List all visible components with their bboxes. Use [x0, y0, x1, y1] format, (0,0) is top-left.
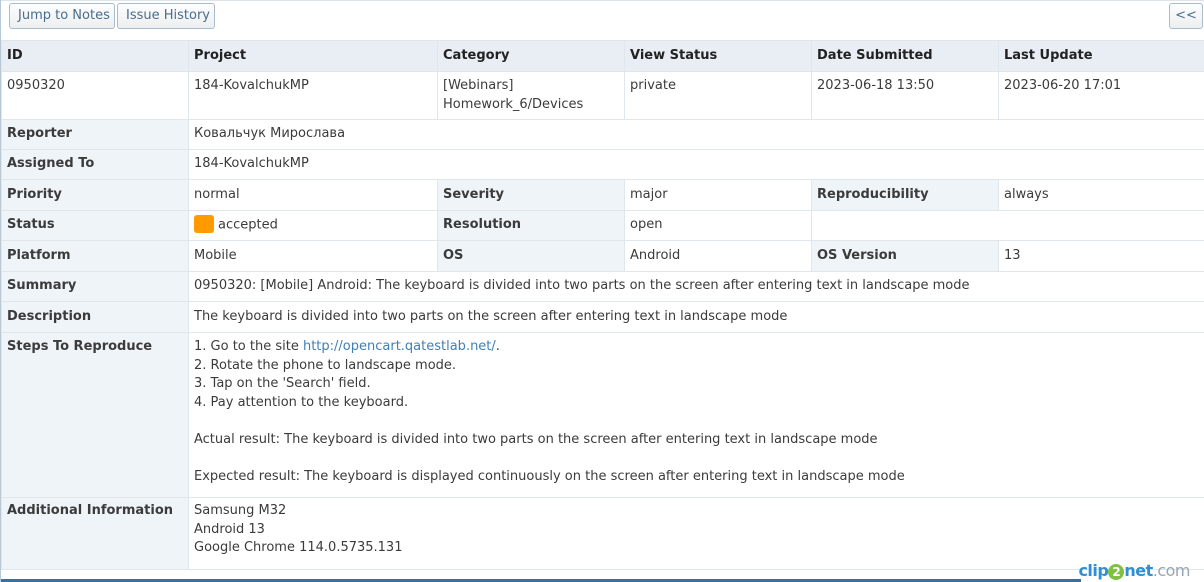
watermark-clip: clip [1078, 561, 1109, 580]
additional-info-row: Additional Information Samsung M32 Andro… [1, 497, 1204, 570]
jump-to-notes-button[interactable]: Jump to Notes [9, 3, 115, 29]
status-cell: accepted [188, 210, 438, 241]
info-line-2: Android 13 [194, 521, 265, 537]
issue-details-table: ID Project Category View Status Date Sub… [1, 40, 1204, 570]
steps-row: Steps To Reproduce 1. Go to the site htt… [1, 332, 1204, 498]
issue-date-submitted: 2023-06-18 13:50 [811, 71, 999, 120]
status-color-swatch [194, 215, 214, 233]
platform-value: Mobile [188, 240, 438, 272]
summary-label: Summary [1, 271, 189, 302]
info-line-3: Google Chrome 114.0.5735.131 [194, 540, 403, 555]
step-3: 3. Tap on the 'Search' field. [194, 376, 371, 391]
os-label: OS [437, 240, 625, 272]
resolution-label: Resolution [437, 210, 625, 241]
reproducibility-label: Reproducibility [811, 179, 999, 211]
reproducibility-value: always [998, 179, 1204, 211]
issue-view: Jump to Notes Issue History << ID Projec… [0, 0, 1204, 582]
os-version-value: 13 [998, 240, 1204, 272]
priority-label: Priority [1, 179, 189, 211]
issue-category: [Webinars] Homework_6/Devices [437, 71, 625, 120]
table-header-row: ID Project Category View Status Date Sub… [1, 40, 1204, 72]
os-value: Android [624, 240, 812, 272]
step-1-suffix: . [495, 339, 500, 354]
reporter-row: Reporter Ковальчук Мирослава [1, 119, 1204, 150]
step-2: 2. Rotate the phone to landscape mode. [194, 357, 457, 373]
empty-cell [811, 210, 1204, 241]
platform-label: Platform [1, 240, 189, 272]
header-date-submitted: Date Submitted [811, 40, 999, 72]
assigned-row: Assigned To 184-KovalchukMP [1, 149, 1204, 180]
toolbar: Jump to Notes Issue History << [1, 0, 1204, 40]
reporter-value: Ковальчук Мирослава [188, 119, 1204, 150]
issue-project: 184-KovalchukMP [188, 71, 438, 120]
issue-view-status: private [624, 71, 812, 120]
reporter-label: Reporter [1, 119, 189, 150]
step-1-text: 1. Go to the site [194, 339, 303, 354]
issue-history-button[interactable]: Issue History [117, 3, 215, 29]
severity-value: major [624, 179, 812, 211]
header-id: ID [1, 40, 189, 72]
steps-label: Steps To Reproduce [1, 332, 189, 498]
header-project: Project [188, 40, 438, 72]
site-link[interactable]: http://opencart.qatestlab.net/ [303, 339, 496, 354]
actual-result: Actual result: The keyboard is divided i… [194, 431, 878, 447]
platform-row: Platform Mobile OS Android OS Version 13 [1, 240, 1204, 272]
description-row: Description The keyboard is divided into… [1, 301, 1204, 333]
severity-label: Severity [437, 179, 625, 211]
status-label: Status [1, 210, 189, 241]
status-value: accepted [218, 217, 278, 233]
header-view-status: View Status [624, 40, 812, 72]
category-line-2: Homework_6/Devices [443, 96, 584, 112]
priority-row: Priority normal Severity major Reproduci… [1, 179, 1204, 211]
category-line-1: [Webinars] [443, 78, 514, 93]
summary-row: Summary 0950320: [Mobile] Android: The k… [1, 271, 1204, 302]
expected-result: Expected result: The keyboard is display… [194, 468, 905, 484]
collapse-button[interactable]: << [1169, 3, 1203, 29]
assigned-label: Assigned To [1, 149, 189, 180]
steps-value: 1. Go to the site http://opencart.qatest… [188, 332, 1204, 498]
step-1: 1. Go to the site http://opencart.qatest… [194, 338, 1199, 357]
watermark-two: 2 [1108, 564, 1125, 580]
clip2net-watermark: clip 2 net.com [1078, 561, 1191, 580]
assigned-value: 184-KovalchukMP [188, 149, 1204, 180]
issue-id: 0950320 [1, 71, 189, 120]
summary-value: 0950320: [Mobile] Android: The keyboard … [188, 271, 1204, 302]
header-last-update: Last Update [998, 40, 1204, 72]
description-value: The keyboard is divided into two parts o… [188, 301, 1204, 333]
header-category: Category [437, 40, 625, 72]
step-4: 4. Pay attention to the keyboard. [194, 394, 409, 410]
os-version-label: OS Version [811, 240, 999, 272]
additional-info-value: Samsung M32 Android 13 Google Chrome 114… [188, 497, 1204, 570]
watermark-domain: .com [1152, 561, 1191, 580]
issue-main-row: 0950320 184-KovalchukMP [Webinars] Homew… [1, 71, 1204, 120]
watermark-net: net [1124, 561, 1153, 580]
status-row: Status accepted Resolution open [1, 210, 1204, 241]
issue-last-update: 2023-06-20 17:01 [998, 71, 1204, 120]
resolution-value: open [624, 210, 812, 241]
info-line-1: Samsung M32 [194, 503, 287, 518]
description-label: Description [1, 301, 189, 333]
priority-value: normal [188, 179, 438, 211]
additional-info-label: Additional Information [1, 497, 189, 570]
